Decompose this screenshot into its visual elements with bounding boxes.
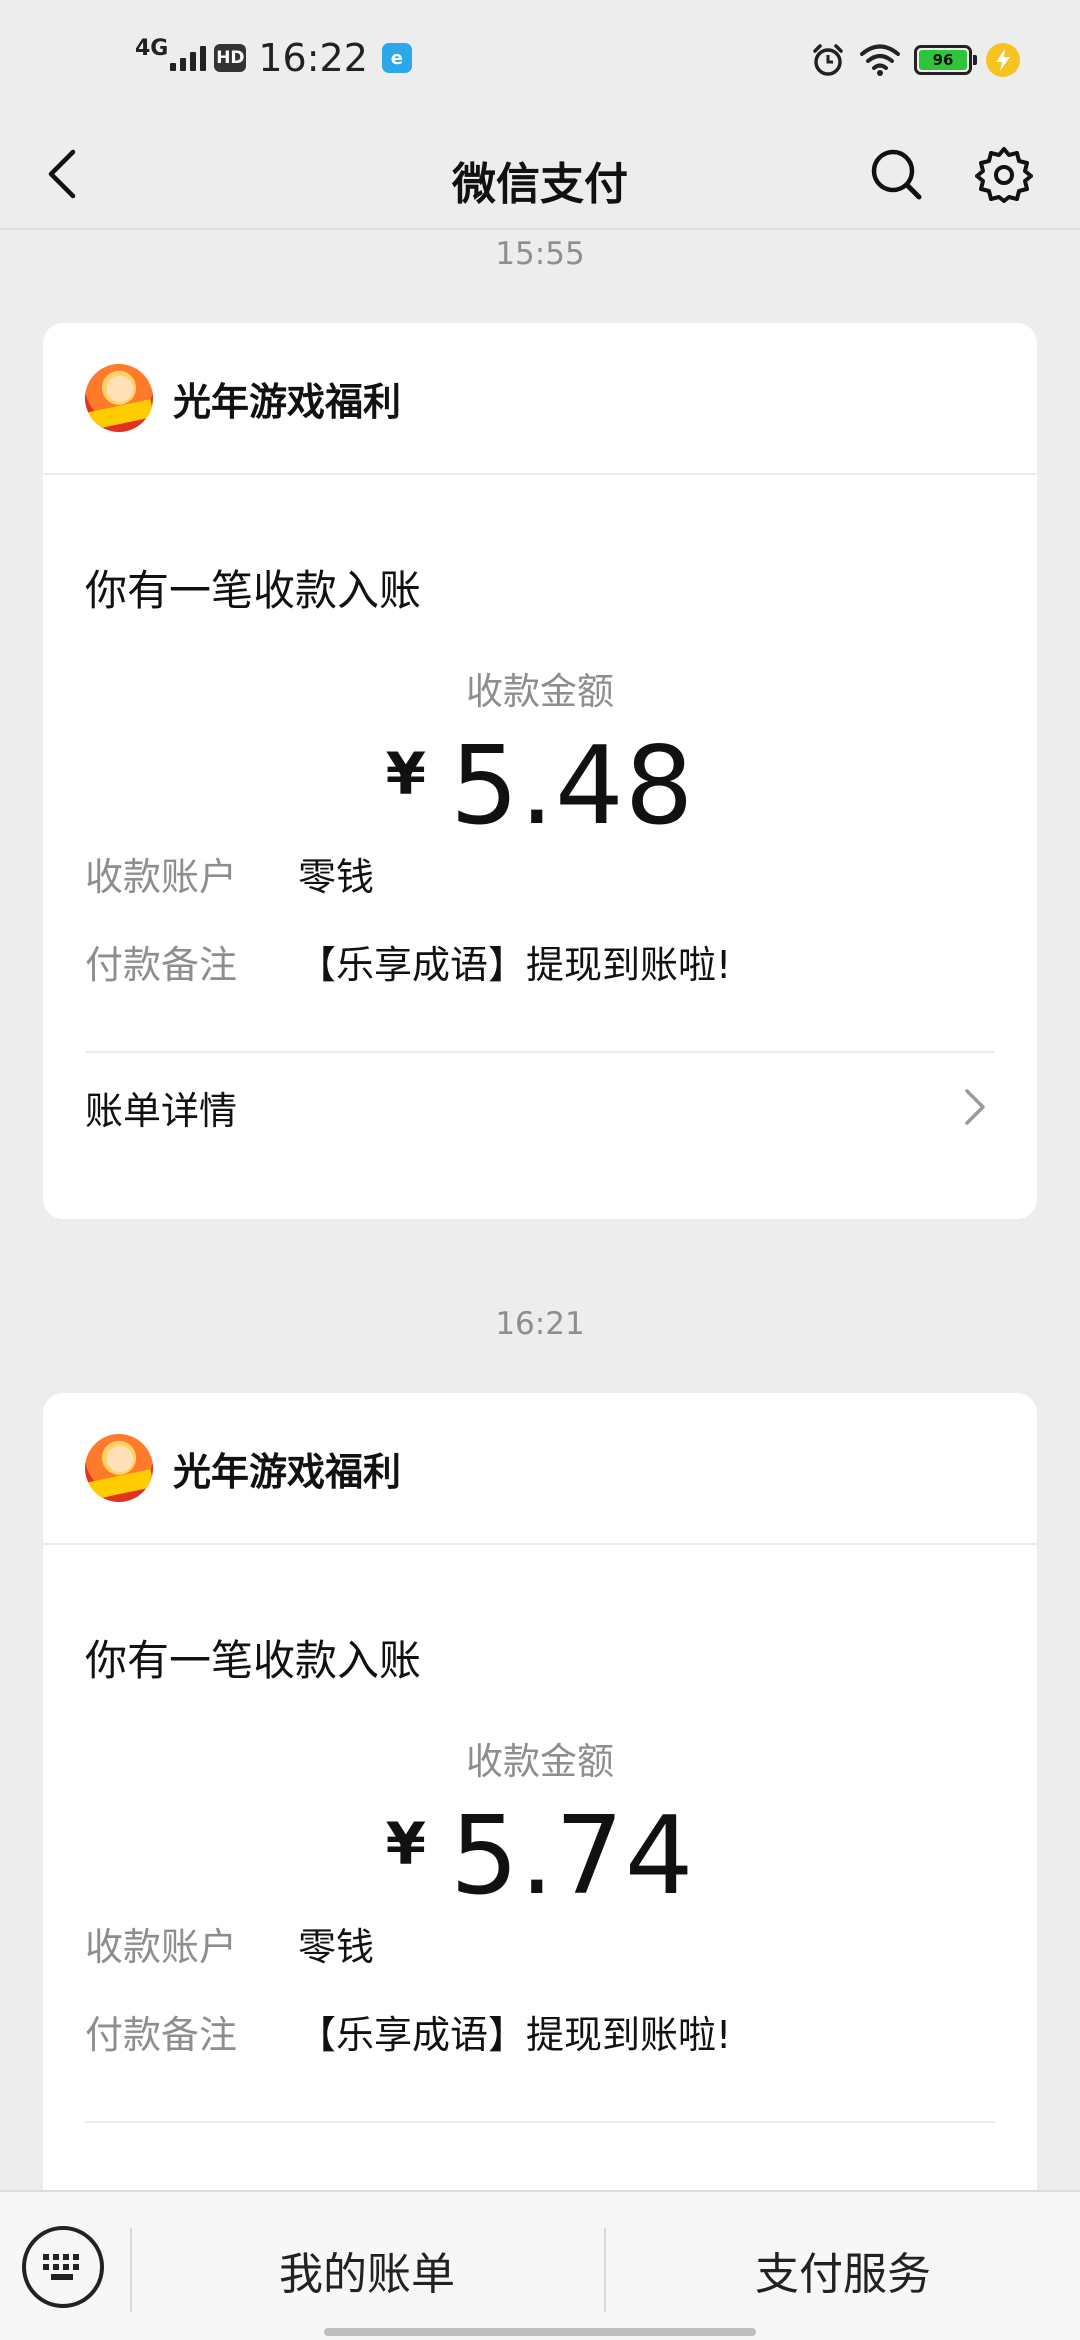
remark-row: 付款备注 【乐享成语】提现到账啦! [85, 2003, 995, 2059]
card-body: 你有一笔收款入账 收款金额 ¥ 5.74 收款账户 零钱 付款备注 【乐享成语】… [43, 1627, 1037, 2123]
avatar-band [85, 1469, 153, 1501]
amount: ¥ 5.74 [85, 1794, 995, 1919]
battery-icon: 96 [914, 45, 977, 75]
message-timestamp: 16:21 [495, 1306, 585, 1342]
remark-value: 【乐享成语】提现到账啦! [298, 2012, 732, 2057]
sender-name: 光年游戏福利 [173, 1449, 402, 1494]
bottom-bar: 我的账单 支付服务 [0, 2190, 1080, 2340]
account-value: 零钱 [298, 854, 375, 899]
remark-label: 付款备注 [85, 2012, 238, 2057]
account-row: 收款账户 零钱 [85, 845, 995, 901]
bill-detail-row[interactable]: 账单详情 [85, 1053, 995, 1161]
currency-symbol: ¥ [385, 1810, 426, 1878]
home-indicator [324, 2328, 756, 2336]
card-header[interactable]: 光年游戏福利 [43, 323, 1037, 475]
status-bar-left: 4G HD 16:22 e [135, 34, 412, 82]
hd-badge: HD [214, 44, 247, 72]
chevron-right-icon [955, 1087, 995, 1127]
avatar [85, 1434, 153, 1502]
amount-value: 5.74 [449, 1793, 695, 1919]
amount-label: 收款金额 [466, 670, 614, 713]
avatar-face [107, 376, 133, 402]
keyboard-icon[interactable] [22, 2226, 104, 2308]
gear-icon[interactable] [972, 142, 1036, 206]
charging-icon [986, 43, 1020, 77]
account-label: 收款账户 [85, 1924, 238, 1969]
my-bills-button[interactable]: 我的账单 [130, 2238, 604, 2302]
nav-bar: 微信支付 [0, 118, 1080, 230]
avatar-band [85, 399, 153, 431]
divider [85, 2121, 995, 2123]
app-notification-icon: e [381, 43, 412, 73]
remark-row: 付款备注 【乐享成语】提现到账啦! [85, 933, 995, 989]
account-value: 零钱 [298, 1924, 375, 1969]
avatar-face [107, 1446, 133, 1472]
battery-level: 96 [919, 50, 967, 70]
status-bar-right: 96 [810, 36, 1020, 84]
card-header[interactable]: 光年游戏福利 [43, 1393, 1037, 1545]
currency-symbol: ¥ [385, 740, 426, 808]
status-bar: 4G HD 16:22 e 96 [0, 0, 1080, 118]
remark-value: 【乐享成语】提现到账啦! [298, 942, 732, 987]
wifi-icon [860, 44, 900, 76]
amount-value: 5.48 [449, 723, 695, 849]
notice-title: 你有一笔收款入账 [85, 1636, 422, 1685]
bill-detail-label: 账单详情 [85, 1088, 238, 1133]
message-timestamp: 15:55 [495, 236, 585, 272]
network-type: 4G [135, 35, 169, 61]
amount: ¥ 5.48 [85, 724, 995, 849]
payment-notice-card[interactable]: 光年游戏福利 你有一笔收款入账 收款金额 ¥ 5.48 收款账户 零钱 付款备注… [43, 323, 1037, 1219]
alarm-icon [813, 44, 843, 76]
search-icon[interactable] [864, 142, 928, 206]
notice-title: 你有一笔收款入账 [85, 566, 422, 615]
payment-notice-card[interactable]: 光年游戏福利 你有一笔收款入账 收款金额 ¥ 5.74 收款账户 零钱 付款备注… [43, 1393, 1037, 2293]
status-time: 16:22 [258, 36, 368, 80]
avatar [85, 364, 153, 432]
sender-name: 光年游戏福利 [173, 379, 402, 424]
card-body: 你有一笔收款入账 收款金额 ¥ 5.48 收款账户 零钱 付款备注 【乐享成语】… [43, 557, 1037, 1161]
payment-services-button[interactable]: 支付服务 [606, 2238, 1080, 2302]
account-label: 收款账户 [85, 854, 238, 899]
signal-icon [170, 45, 207, 71]
remark-label: 付款备注 [85, 942, 238, 987]
amount-label: 收款金额 [466, 1740, 614, 1783]
account-row: 收款账户 零钱 [85, 1915, 995, 1971]
